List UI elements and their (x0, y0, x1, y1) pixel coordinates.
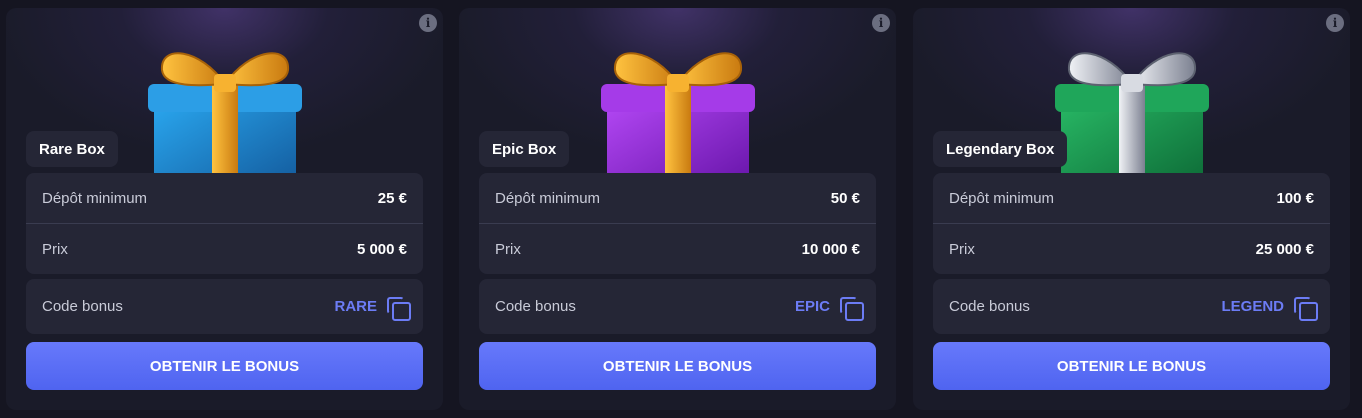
stats-panel: Dépôt minimum 50 € Prix 10 000 € (479, 173, 876, 274)
deposit-value: 50 € (830, 189, 860, 207)
get-bonus-button[interactable]: OBTENIR LE BONUS (26, 342, 423, 390)
price-value: 5 000 € (356, 240, 407, 258)
code-panel: Code bonus EPIC (479, 279, 876, 334)
code-panel: Code bonus RARE (26, 279, 423, 334)
stats-panel: Dépôt minimum 25 € Prix 5 000 € (26, 173, 423, 274)
code-row: Code bonus EPIC (479, 279, 876, 334)
gift-box-image (1037, 38, 1227, 188)
code-label: Code bonus (949, 298, 1030, 315)
info-icon[interactable]: i (419, 14, 437, 32)
deposit-label: Dépôt minimum (42, 189, 148, 207)
gift-box-image (130, 38, 320, 188)
get-bonus-button[interactable]: OBTENIR LE BONUS (933, 342, 1330, 390)
code-row: Code bonus RARE (26, 279, 423, 334)
price-label: Prix (495, 240, 521, 258)
gift-icon (600, 52, 755, 188)
code-copy[interactable]: LEGEND (1221, 296, 1318, 321)
deposit-row: Dépôt minimum 25 € (26, 173, 423, 224)
code-row: Code bonus LEGEND (933, 279, 1330, 334)
bonus-card-epic: i Epic Box Dépôt minimum 50 € Prix 10 00… (459, 8, 896, 410)
box-name: Legendary Box (933, 131, 1068, 167)
copy-icon[interactable] (1294, 296, 1318, 321)
code-copy[interactable]: EPIC (794, 296, 864, 321)
copy-icon[interactable] (840, 296, 864, 321)
box-name: Rare Box (26, 131, 118, 167)
box-name: Epic Box (479, 131, 570, 167)
deposit-row: Dépôt minimum 50 € (479, 173, 876, 224)
price-row: Prix 25 000 € (933, 224, 1330, 274)
price-row: Prix 5 000 € (26, 224, 423, 274)
bonus-card-rare: i Rare Box Dépôt minimum 25 € Prix 5 000… (6, 8, 443, 410)
code-label: Code bonus (495, 298, 576, 315)
deposit-value: 100 € (1276, 189, 1314, 207)
gift-box-image (583, 38, 773, 188)
price-label: Prix (42, 240, 68, 258)
code-value: LEGEND (1221, 298, 1284, 315)
gift-icon (147, 52, 302, 188)
price-value: 25 000 € (1255, 240, 1314, 258)
price-label: Prix (949, 240, 975, 258)
deposit-row: Dépôt minimum 100 € (933, 173, 1330, 224)
price-value: 10 000 € (801, 240, 860, 258)
stats-panel: Dépôt minimum 100 € Prix 25 000 € (933, 173, 1330, 274)
code-label: Code bonus (42, 298, 123, 315)
bonus-card-legendary: i Legendary Box Dépôt minimum 100 € Prix… (913, 8, 1350, 410)
deposit-value: 25 € (377, 189, 407, 207)
info-icon[interactable]: i (872, 14, 890, 32)
code-value: RARE (334, 298, 377, 315)
get-bonus-button[interactable]: OBTENIR LE BONUS (479, 342, 876, 390)
info-icon[interactable]: i (1326, 14, 1344, 32)
gift-icon (1054, 52, 1209, 188)
code-value: EPIC (794, 298, 830, 315)
deposit-label: Dépôt minimum (495, 189, 601, 207)
price-row: Prix 10 000 € (479, 224, 876, 274)
copy-icon[interactable] (387, 296, 411, 321)
deposit-label: Dépôt minimum (949, 189, 1055, 207)
code-copy[interactable]: RARE (334, 296, 411, 321)
code-panel: Code bonus LEGEND (933, 279, 1330, 334)
